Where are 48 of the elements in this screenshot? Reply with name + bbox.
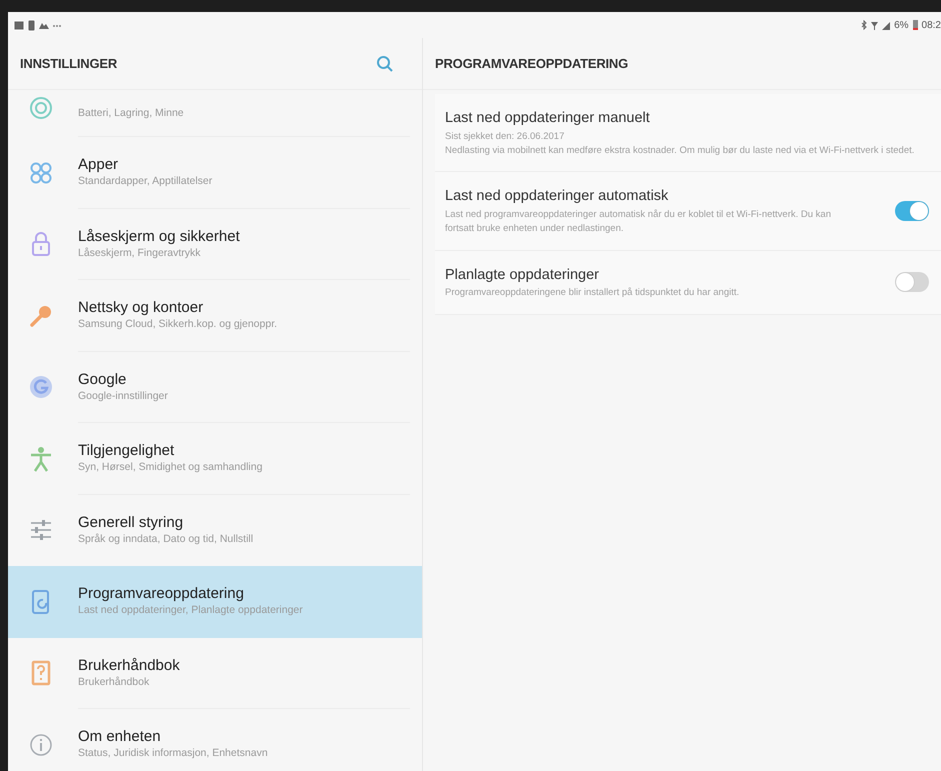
more-icon xyxy=(53,24,61,26)
battery-icon xyxy=(28,20,35,30)
setting-description: Nedlasting via mobilnett kan medføre ekstra kostnader. Om mulig bør du laste ned via et Wi-Fi-nettverk i stedet. xyxy=(445,144,916,158)
panel-title: PROGRAMVAREOPPDATERING xyxy=(435,54,628,73)
signal-icon xyxy=(882,20,890,30)
setting-title: Last ned oppdateringer manuelt xyxy=(445,109,651,128)
toggle-switch[interactable] xyxy=(895,272,929,292)
clock: 08:2 xyxy=(922,18,941,32)
settings-item[interactable]: Programvareoppdatering Last ned oppdateringer, Planlagte oppdateringer xyxy=(8,566,422,638)
item-subtitle: Låseskjerm, Fingeravtrykk xyxy=(78,246,202,261)
battery-level: 6% xyxy=(894,18,909,32)
item-subtitle: Språk og inndata, Dato og tid, Nullstill xyxy=(78,532,254,547)
item-subtitle: Last ned oppdateringer, Planlagte oppdateringer xyxy=(78,603,303,618)
settings-item[interactable]: Tilgjengelighet Syn, Hørsel, Smidighet og samhandling xyxy=(8,423,422,494)
settings-item[interactable]: Nettsky og kontoer Samsung Cloud, Sikkerh.kop. og gjenoppr. xyxy=(8,280,422,352)
item-title: Programvareoppdatering xyxy=(78,585,245,604)
setting-description: Last ned programvareoppdateringer automatisk når du er koblet til et Wi-Fi-nettverk. Du kan fortsatt bruke enheten under nedlastingen. xyxy=(445,208,832,236)
item-title: Tilgjengelighet xyxy=(78,442,176,460)
screen-title: INNSTILLINGER xyxy=(20,54,118,73)
item-subtitle: Syn, Hørsel, Smidighet og samhandling xyxy=(78,460,262,476)
item-title: Generell styring xyxy=(78,514,184,532)
item-title: Apper xyxy=(78,156,120,174)
item-title: Brukerhåndbok xyxy=(78,656,180,675)
item-subtitle: Status, Juridisk informasjon, Enhetsnavn xyxy=(78,746,268,762)
item-subtitle: Google-innstillinger xyxy=(78,388,168,404)
item-title: Nettsky og kontoer xyxy=(78,299,204,318)
item-subtitle: Standardapper, Apptillatelser xyxy=(78,174,212,190)
bluetooth-icon xyxy=(861,20,868,30)
item-title: Om enheten xyxy=(78,728,162,746)
setting-title: Planlagte oppdateringer xyxy=(445,266,600,285)
setting-description: Sist sjekket den: 26.06.2017 xyxy=(445,130,566,144)
setting-title: Last ned oppdateringer automatisk xyxy=(445,187,670,206)
settings-item[interactable]: Låseskjerm og sikkerhet Låseskjerm, Fingeravtrykk xyxy=(8,208,422,280)
item-title: Låseskjerm og sikkerhet xyxy=(78,228,240,246)
settings-item[interactable]: Apper Standardapper, Apptillatelser xyxy=(8,137,422,208)
battery-icon xyxy=(912,20,918,30)
item-title: Google xyxy=(78,370,128,389)
toggle-switch[interactable] xyxy=(895,200,929,221)
settings-item[interactable]: Google Google-innstillinger xyxy=(8,352,422,423)
setting-description: Programvareoppdateringene blir installert på tidspunktet du har angitt. xyxy=(445,286,740,300)
item-subtitle: Brukerhåndbok xyxy=(78,674,150,690)
settings-item[interactable]: Generell styring Språk og inndata, Dato og tid, Nullstill xyxy=(8,494,422,566)
search-icon xyxy=(376,54,394,72)
item-subtitle: Batteri, Lagring, Minne xyxy=(78,106,184,121)
gallery-icon xyxy=(14,20,24,30)
settings-item[interactable]: Om enheten Status, Juridisk informasjon, Enhetsnavn xyxy=(8,709,422,771)
item-subtitle: Samsung Cloud, Sikkerh.kop. og gjenoppr. xyxy=(78,317,278,332)
settings-item[interactable]: Brukerhåndbok Brukerhåndbok xyxy=(8,638,422,709)
